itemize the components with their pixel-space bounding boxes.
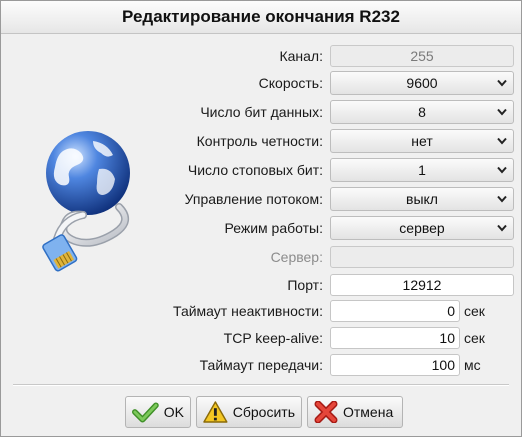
x-icon: [314, 401, 338, 423]
channel-field: 255: [330, 45, 514, 67]
tcp-keepalive-label: TCP keep-alive:: [223, 330, 323, 346]
data-bits-select[interactable]: 8: [330, 100, 514, 124]
speed-select[interactable]: 9600: [330, 71, 514, 95]
tcp-keepalive-unit: сек: [464, 330, 485, 346]
send-timeout-unit: мс: [464, 357, 481, 373]
dialog-title: Редактирование окончания R232: [1, 1, 521, 34]
reset-button[interactable]: Сбросить: [196, 396, 302, 428]
cancel-button-label: Отмена: [343, 404, 394, 420]
cancel-button[interactable]: Отмена: [307, 396, 403, 428]
chevron-down-icon: [497, 166, 507, 174]
chevron-down-icon: [497, 108, 507, 116]
tcp-keepalive-field[interactable]: 10: [330, 327, 460, 349]
divider: [13, 384, 509, 386]
chevron-down-icon: [497, 224, 507, 232]
chevron-down-icon: [497, 79, 507, 87]
ok-button-label: OK: [163, 404, 184, 420]
chevron-down-icon: [497, 195, 507, 203]
channel-label: Канал:: [279, 48, 323, 64]
parity-select-value: нет: [411, 133, 433, 149]
port-field[interactable]: 12912: [330, 274, 514, 296]
chevron-down-icon: [497, 137, 507, 145]
flow-control-label: Управление потоком:: [184, 191, 323, 207]
mode-select-value: сервер: [399, 220, 445, 236]
stop-bits-select[interactable]: 1: [330, 158, 514, 182]
mode-label: Режим работы:: [224, 220, 324, 236]
speed-select-value: 9600: [406, 75, 438, 91]
port-label: Порт:: [287, 277, 323, 293]
stop-bits-label: Число стоповых бит:: [187, 162, 323, 178]
edit-endpoint-dialog: Редактирование окончания R232 Канал: 255…: [0, 0, 522, 437]
flow-control-select-value: выкл: [406, 191, 438, 207]
speed-label: Скорость:: [258, 75, 323, 91]
ok-button[interactable]: OK: [125, 396, 191, 428]
reset-button-label: Сбросить: [232, 404, 295, 420]
check-icon: [132, 402, 159, 423]
parity-select[interactable]: нет: [330, 129, 514, 153]
parity-label: Контроль четности:: [196, 133, 323, 149]
idle-timeout-unit: сек: [464, 303, 485, 319]
idle-timeout-field[interactable]: 0: [330, 300, 460, 322]
server-label: Сервер:: [270, 249, 323, 265]
mode-select[interactable]: сервер: [330, 216, 514, 240]
server-field: [330, 246, 514, 268]
send-timeout-field[interactable]: 100: [330, 354, 460, 376]
stop-bits-select-value: 1: [418, 162, 426, 178]
data-bits-label: Число бит данных:: [200, 104, 323, 120]
flow-control-select[interactable]: выкл: [330, 187, 514, 211]
data-bits-select-value: 8: [418, 104, 426, 120]
idle-timeout-label: Таймаут неактивности:: [173, 303, 323, 319]
send-timeout-label: Таймаут передачи:: [199, 357, 323, 373]
warning-icon: [203, 401, 228, 423]
